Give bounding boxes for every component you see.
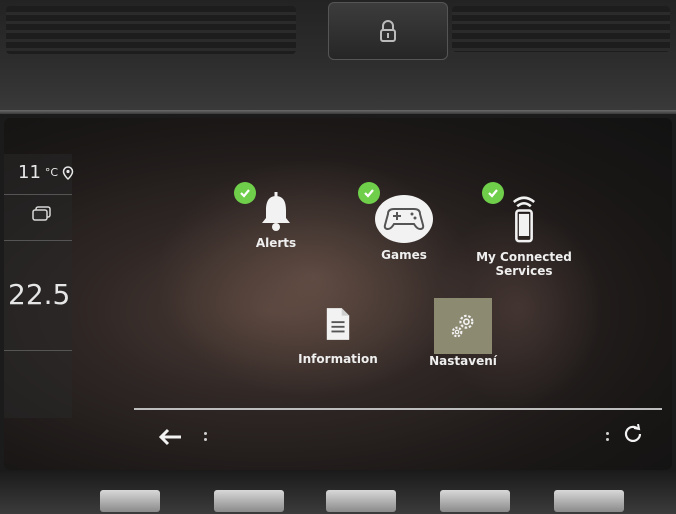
refresh-icon (624, 424, 642, 442)
location-pin-icon (62, 165, 74, 180)
settings-tile-highlight (434, 298, 492, 354)
hardware-button[interactable] (214, 490, 284, 512)
hardware-button[interactable] (326, 490, 396, 512)
enabled-check-icon (358, 182, 380, 204)
rear-defrost-button[interactable] (32, 206, 52, 226)
enabled-check-icon (234, 182, 256, 204)
outside-temperature: 11 °C (18, 162, 74, 183)
refresh-button[interactable] (620, 420, 646, 446)
app-games[interactable]: Games (364, 194, 444, 262)
rear-defrost-icon (32, 206, 51, 221)
app-nastaveni[interactable]: Nastavení (428, 298, 498, 368)
more-options-icon[interactable] (604, 426, 610, 446)
app-label: Information (298, 352, 378, 366)
divider (4, 350, 72, 351)
app-label: My Connected Services (476, 250, 572, 278)
door-lock-button[interactable] (328, 2, 448, 60)
hardware-button[interactable] (440, 490, 510, 512)
outside-temp-value: 11 (18, 162, 41, 183)
dashboard-top (0, 0, 676, 112)
app-information[interactable]: Information (298, 306, 378, 366)
temp-unit: °C (44, 166, 59, 179)
app-label: Nastavení (429, 354, 497, 368)
phone-signal-icon (512, 196, 536, 243)
hardware-button[interactable] (100, 490, 160, 512)
back-button[interactable] (154, 422, 186, 452)
app-label: Alerts (255, 236, 297, 250)
infotainment-screen: 11 °C 22.5 Alerts Games My Connected Ser… (4, 118, 672, 470)
gamepad-icon (375, 195, 433, 243)
screen-bezel (0, 110, 676, 114)
bell-icon (262, 192, 290, 231)
more-options-icon[interactable] (202, 426, 208, 446)
air-vent-left (6, 6, 296, 54)
app-label-line: Services (495, 264, 553, 278)
gears-icon (451, 314, 474, 338)
air-vent-right (452, 6, 670, 52)
divider (4, 194, 72, 195)
cabin-temperature[interactable]: 22.5 (8, 278, 70, 311)
enabled-check-icon (482, 182, 504, 204)
divider (4, 240, 72, 241)
lock-icon (380, 20, 396, 42)
hardware-button[interactable] (554, 490, 624, 512)
document-icon (326, 308, 350, 340)
app-label-line: My Connected (476, 250, 572, 264)
back-arrow-icon (158, 428, 181, 446)
app-label: Games (381, 248, 427, 262)
nav-bar-divider (134, 408, 662, 410)
